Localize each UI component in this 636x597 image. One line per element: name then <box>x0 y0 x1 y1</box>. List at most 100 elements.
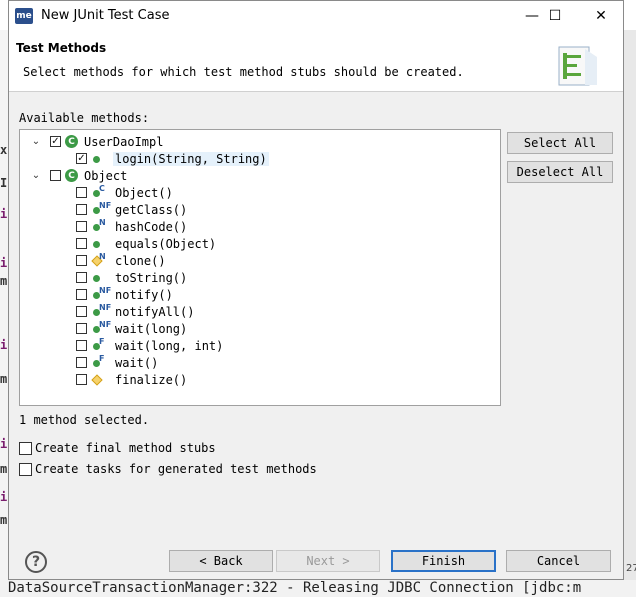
protected-method-icon: N <box>91 252 111 269</box>
finish-button[interactable]: Finish <box>391 550 496 572</box>
tree-method-row[interactable]: equals(Object) <box>76 235 218 252</box>
method-checkbox[interactable] <box>76 306 87 317</box>
protected-method-icon <box>91 371 111 388</box>
tree-item-label: finalize() <box>115 372 188 387</box>
tree-method-row[interactable]: C Object() <box>76 184 175 201</box>
method-modifier-badge: NF <box>99 201 112 210</box>
eclipse-app-icon: me <box>15 8 33 24</box>
method-checkbox[interactable]: ✓ <box>76 153 87 164</box>
tree-class-row[interactable]: ⌄ C Object <box>32 167 129 184</box>
available-methods-label: Available methods: <box>19 111 150 125</box>
tree-method-row[interactable]: NF getClass() <box>76 201 189 218</box>
public-method-icon: F <box>91 354 111 371</box>
method-modifier-badge: NF <box>99 303 112 312</box>
background-editor-char: I <box>0 176 8 190</box>
method-checkbox[interactable] <box>76 323 87 334</box>
tree-item-label: toString() <box>115 270 188 285</box>
tree-method-row[interactable]: NF notifyAll() <box>76 303 196 320</box>
method-checkbox[interactable] <box>76 374 87 385</box>
method-modifier-badge: NF <box>99 286 112 295</box>
title-bar: me New JUnit Test Case — ☐ ✕ <box>9 1 623 31</box>
background-editor-char: i <box>0 207 8 221</box>
junit-wizard-banner-icon <box>558 46 597 86</box>
tree-item-label: Object() <box>115 185 173 200</box>
method-checkbox[interactable] <box>76 238 87 249</box>
tree-item-label: login(String, String) <box>113 151 269 166</box>
tree-item-label: hashCode() <box>115 219 188 234</box>
tree-item-label: notify() <box>115 287 173 302</box>
method-checkbox[interactable] <box>76 340 87 351</box>
methods-tree[interactable]: ⌄ ✓ C UserDaoImpl ✓ login(String, String) ⌄ C Ob… <box>19 129 501 406</box>
tree-method-row[interactable]: toString() <box>76 269 189 286</box>
public-method-icon <box>91 269 111 286</box>
public-method-icon <box>91 150 111 167</box>
method-modifier-badge: N <box>99 252 106 261</box>
method-checkbox[interactable] <box>50 170 61 181</box>
final-stubs-checkbox[interactable] <box>19 441 32 455</box>
background-editor-char: i <box>0 256 8 270</box>
tree-method-row[interactable]: NhashCode() <box>76 218 189 235</box>
page-title: Test Methods <box>16 41 107 55</box>
public-method-icon: NF <box>91 286 111 303</box>
background-editor-char: i <box>0 490 8 504</box>
tree-method-row[interactable]: NF wait(long) <box>76 320 189 337</box>
tasks-option[interactable]: Create tasks for generated test methods <box>19 462 317 476</box>
tree-item-label: notifyAll() <box>115 304 195 319</box>
tree-item-label: clone() <box>115 253 166 268</box>
tree-method-row[interactable]: finalize() <box>76 371 189 388</box>
background-editor-char: x <box>0 143 8 157</box>
public-method-icon: NF <box>91 303 111 320</box>
tree-method-row[interactable]: Nclone() <box>76 252 168 269</box>
tree-item-label: Object <box>84 168 128 183</box>
tree-item-label: wait() <box>115 355 159 370</box>
method-modifier-badge: F <box>99 337 105 346</box>
public-method-icon <box>91 235 111 252</box>
method-checkbox[interactable]: ✓ <box>50 136 61 147</box>
final-stubs-label: Create final method stubs <box>35 441 216 455</box>
background-editor-char: m <box>0 462 8 476</box>
method-checkbox[interactable] <box>76 204 87 215</box>
tree-item-label: wait(long) <box>115 321 188 336</box>
public-method-icon: F <box>91 337 111 354</box>
tree-expander-icon[interactable]: ⌄ <box>30 169 42 181</box>
background-console-log: DataSourceTransactionManager:322 - Relea… <box>0 580 636 597</box>
maximize-button[interactable]: ☐ <box>532 1 578 31</box>
tree-item-label: wait(long, int) <box>115 338 224 353</box>
method-checkbox[interactable] <box>76 255 87 266</box>
final-stubs-option[interactable]: Create final method stubs <box>19 441 216 455</box>
help-icon[interactable]: ? <box>25 551 47 573</box>
cancel-button[interactable]: Cancel <box>506 550 611 572</box>
background-editor-char: m <box>0 274 8 288</box>
page-description: Select methods for which test method stu… <box>23 65 464 79</box>
tasks-checkbox[interactable] <box>19 462 32 476</box>
method-modifier-badge: N <box>99 218 106 227</box>
background-editor-scrollbar <box>624 30 636 580</box>
class-icon: C <box>65 135 78 148</box>
tree-method-row[interactable]: ✓ login(String, String) <box>76 150 269 167</box>
tree-expander-icon[interactable]: ⌄ <box>30 135 42 147</box>
tree-method-row[interactable]: Fwait(long, int) <box>76 337 225 354</box>
tree-item-label: equals(Object) <box>115 236 217 251</box>
method-checkbox[interactable] <box>76 187 87 198</box>
method-checkbox[interactable] <box>76 357 87 368</box>
method-modifier-badge: C <box>99 184 105 193</box>
tree-method-row[interactable]: NF notify() <box>76 286 175 303</box>
deselect-all-button[interactable]: Deselect All <box>507 161 613 183</box>
public-method-icon: N <box>91 218 111 235</box>
tree-class-row[interactable]: ⌄ ✓ C UserDaoImpl <box>32 133 165 150</box>
back-button[interactable]: < Back <box>169 550 273 572</box>
select-all-button[interactable]: Select All <box>507 132 613 154</box>
next-button: Next > <box>276 550 380 572</box>
tree-item-label: UserDaoImpl <box>84 134 164 149</box>
close-button[interactable]: ✕ <box>578 1 624 31</box>
tree-method-row[interactable]: Fwait() <box>76 354 160 371</box>
method-modifier-badge: NF <box>99 320 112 329</box>
window-title: New JUnit Test Case <box>41 8 170 23</box>
method-checkbox[interactable] <box>76 289 87 300</box>
background-editor-char: m <box>0 513 8 527</box>
method-checkbox[interactable] <box>76 221 87 232</box>
background-line-number: 27 <box>626 563 636 574</box>
wizard-header: Test Methods Select methods for which te… <box>9 31 623 92</box>
method-checkbox[interactable] <box>76 272 87 283</box>
background-editor-char: i <box>0 338 8 352</box>
